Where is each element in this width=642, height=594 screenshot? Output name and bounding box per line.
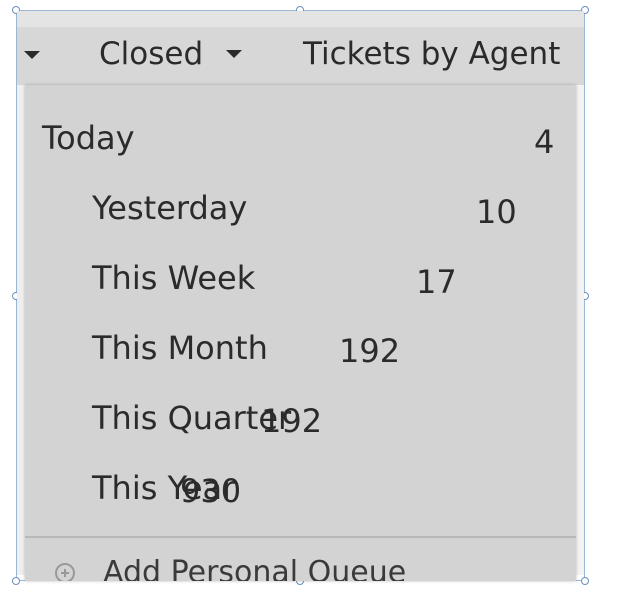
- dropdown-item-count: 10: [476, 193, 517, 231]
- dropdown-item-label: Today: [42, 119, 135, 157]
- dropdown-item-label: This Month: [92, 329, 268, 367]
- menu-tickets-by-agent-label: Tickets by Agent: [303, 36, 561, 72]
- menu-closed[interactable]: Closed: [99, 36, 203, 72]
- dropdown-item-count: 192: [261, 402, 323, 440]
- dropdown-item-count: 17: [416, 263, 457, 301]
- menu-closed-label: Closed: [99, 36, 204, 72]
- add-circle-icon: [55, 563, 75, 581]
- dropdown-item-label: This Week: [92, 259, 256, 297]
- add-personal-queue-label: Add Personal Queue: [103, 555, 407, 581]
- dropdown-item-count: 192: [339, 332, 401, 370]
- resize-handle-bottom-right[interactable]: [581, 577, 589, 585]
- menu-tickets-by-agent[interactable]: Tickets by Agent: [303, 36, 560, 72]
- background-page-left: [17, 85, 25, 575]
- background-page-right: [575, 85, 584, 575]
- dropdown-item-label: Yesterday: [92, 189, 248, 227]
- dropdown-item-count: 930: [180, 472, 242, 510]
- chevron-down-icon[interactable]: [226, 50, 242, 58]
- chevron-down-icon[interactable]: [24, 51, 40, 59]
- menu-divider: [25, 536, 576, 538]
- resize-handle-bottom-left[interactable]: [12, 577, 20, 585]
- top-strip: [17, 11, 584, 27]
- closed-dropdown-menu: Today 4 Yesterday 10 This Week 17 This M…: [25, 85, 576, 581]
- dropdown-item-count: 4: [534, 123, 555, 161]
